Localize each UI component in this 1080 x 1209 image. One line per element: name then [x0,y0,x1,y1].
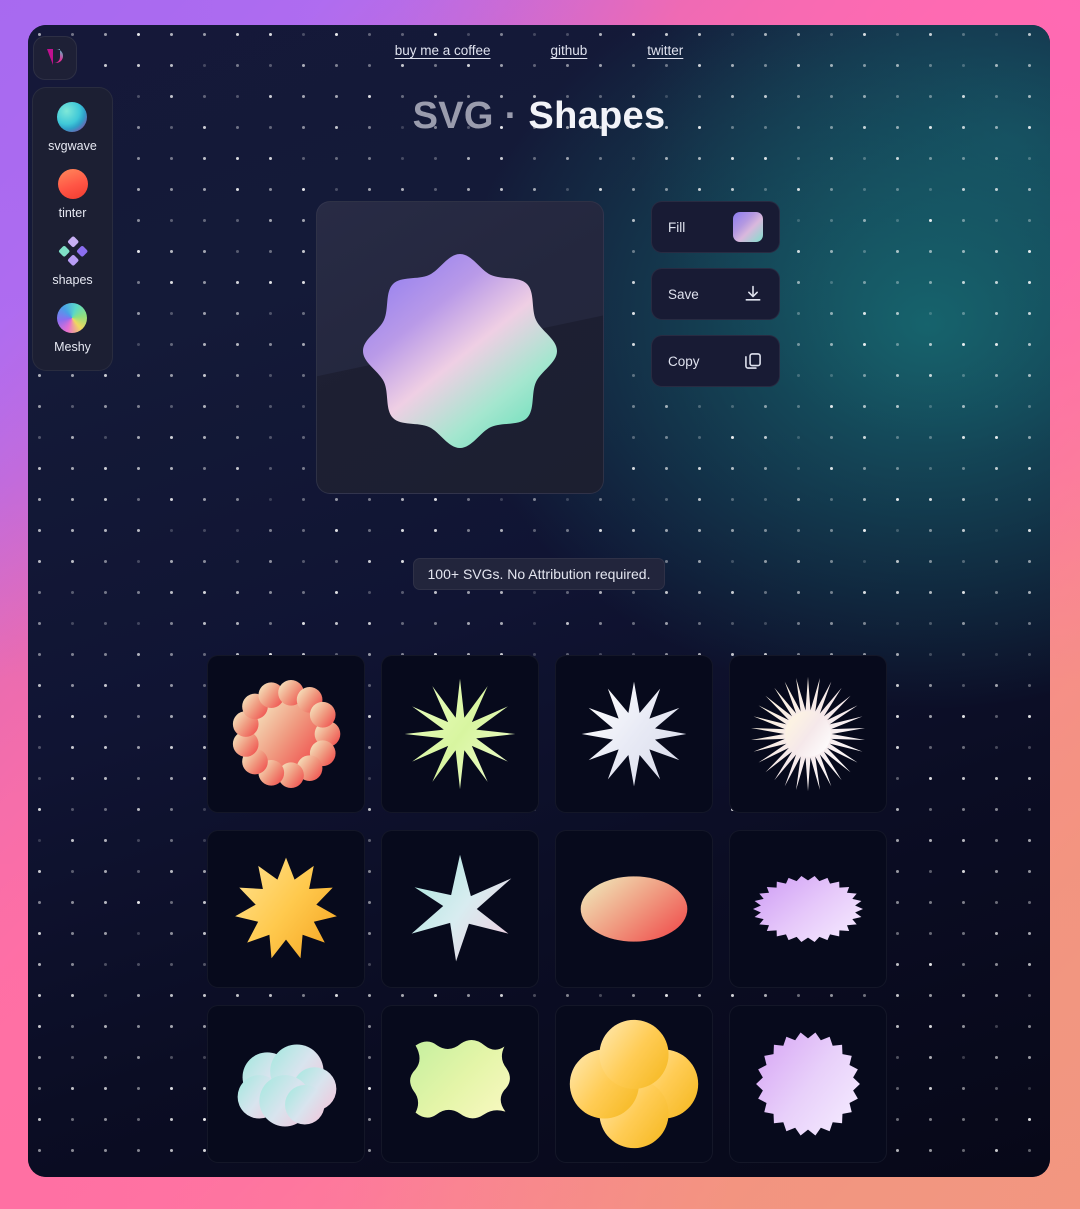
sidebar-item-label: shapes [52,273,93,287]
shapes-diamond-icon [58,236,87,266]
fill-label: Fill [668,219,686,235]
gallery-card-wavy-square[interactable] [381,1005,539,1163]
download-icon [745,285,761,301]
controls-panel: Fill Save Copy [651,201,780,387]
app-window: svgwave tinter shapes Meshy buy me a cof… [28,25,1050,1177]
sidebar-item-label: tinter [58,206,87,220]
sidebar-item-label: svgwave [48,139,97,153]
gallery-card-spiky-ellipse[interactable] [729,830,887,988]
page-title-part2: Shapes [528,95,666,137]
save-label: Save [668,286,699,302]
preview-shape-rounded-8-point-star-blob [363,253,557,448]
copy-button[interactable]: Copy [651,335,780,387]
fill-button[interactable]: Fill [651,201,780,253]
gallery-shape-cloud [237,1044,337,1127]
page-title-part1: SVG [412,95,494,137]
shape-preview-panel[interactable] [316,201,604,494]
shape-gallery [207,655,887,1163]
gallery-shape-ellipse [580,876,688,942]
gallery-card-ellipse[interactable] [555,830,713,988]
nav-link-buy-me-a-coffee[interactable]: buy me a coffee [395,43,491,58]
sidebar-item-label: Meshy [54,340,91,354]
nav-link-twitter[interactable]: twitter [647,43,683,58]
gallery-shape-wavy-square [410,1040,510,1119]
nav-link-github[interactable]: github [551,43,588,58]
copy-icon [745,353,761,369]
sidebar-item-tinter[interactable]: tinter [57,169,88,220]
save-button[interactable]: Save [651,268,780,320]
gallery-card-sparkle-8-point[interactable] [381,830,539,988]
gallery-shape-amber-burst [235,857,337,959]
attribution-badge: 100+ SVGs. No Attribution required. [28,558,1050,590]
page-title-separator: · [493,95,529,137]
header-nav: buy me a coffee github twitter [28,43,1050,58]
gallery-card-wavy-blob[interactable] [207,655,365,813]
gallery-shape-clover-4-lobe [569,1019,699,1149]
sidebar-item-shapes[interactable]: shapes [52,236,93,287]
gallery-shape-spiky-ellipse [753,876,863,942]
sidebar-item-meshy[interactable]: Meshy [54,303,91,354]
gallery-card-sunburst-rays[interactable] [729,655,887,813]
gallery-card-clover-4-lobe[interactable] [555,1005,713,1163]
copy-label: Copy [668,353,700,369]
fill-swatch[interactable] [733,212,763,242]
gallery-card-cloud[interactable] [207,1005,365,1163]
gallery-shape-sparkle-8-point [411,854,512,962]
gallery-card-star-burst-12[interactable] [555,655,713,813]
page-title: SVG · Shapes [28,95,1050,138]
meshy-sphere-icon [57,303,88,333]
gallery-shape-sunburst-rays [751,676,865,792]
gallery-shape-scalloped-circle [756,1032,860,1136]
gallery-shape-wavy-blob [232,679,341,789]
attribution-badge-text: 100+ SVGs. No Attribution required. [412,558,666,590]
gallery-card-amber-burst[interactable] [207,830,365,988]
gallery-card-spiky-star-12[interactable] [381,655,539,813]
tinter-circle-icon [57,169,88,199]
gallery-card-scalloped-circle[interactable] [729,1005,887,1163]
gallery-shape-spiky-star-12 [404,678,516,790]
gallery-shape-star-burst-12 [581,681,687,787]
